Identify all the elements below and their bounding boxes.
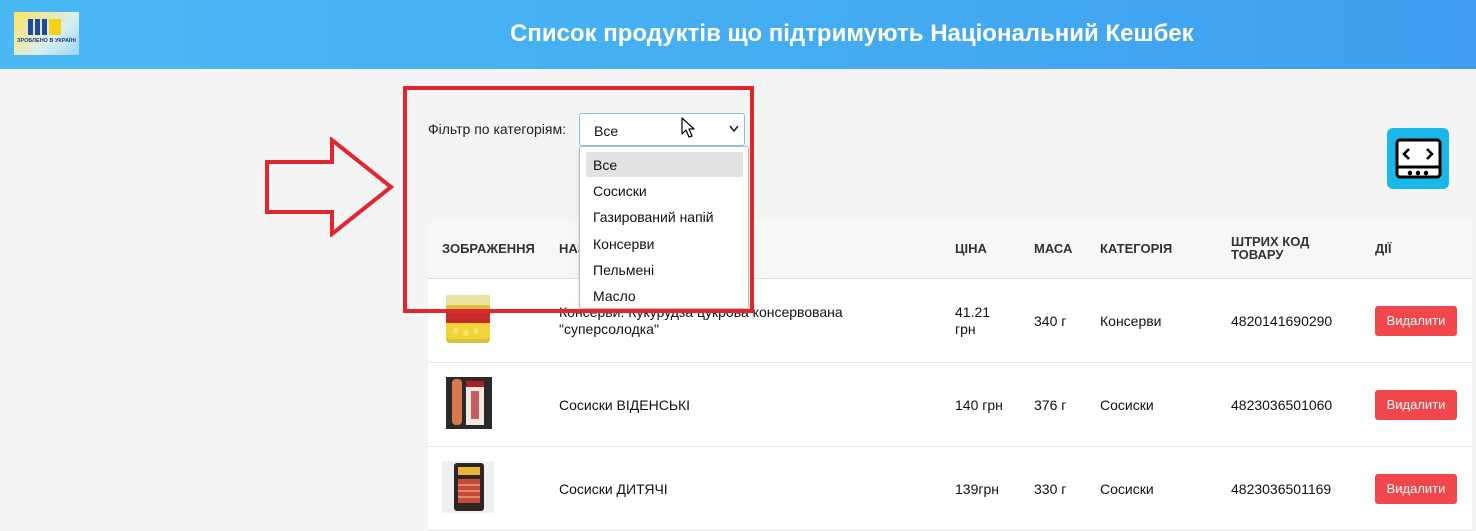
product-name: Сосиски ВІДЕНСЬКІ	[559, 397, 691, 413]
product-mass: 376 г	[1034, 397, 1067, 413]
arrow-right-icon	[265, 137, 395, 237]
product-category: Консерви	[1100, 313, 1162, 329]
highlight-box	[403, 86, 754, 313]
product-mass: 340 г	[1034, 313, 1067, 329]
product-category: Сосиски	[1100, 481, 1154, 497]
product-image-sausages-kids	[442, 461, 494, 513]
product-category: Сосиски	[1100, 397, 1154, 413]
page-header: ЗРОБЛЕНО В УКРАЇНІ Список продуктів що п…	[0, 0, 1476, 69]
delete-button[interactable]: Видалити	[1375, 306, 1457, 336]
mouse-cursor-icon	[681, 117, 695, 138]
header-barcode: Штрих код товару	[1231, 234, 1310, 262]
product-barcode: 4823036501169	[1231, 481, 1332, 497]
table-row: Сосиски ВІДЕНСЬКІ 140 грн 376 г Сосиски …	[428, 363, 1472, 447]
product-mass: 330 г	[1034, 481, 1067, 497]
product-barcode: 4823036501060	[1231, 397, 1333, 413]
product-price: 139грн	[955, 481, 999, 497]
product-image-sausages-viennese	[446, 377, 492, 429]
header-category: Категорія	[1100, 241, 1173, 256]
page-title: Список продуктів що підтримують Націонал…	[510, 20, 1194, 47]
header-actions: Дії	[1375, 241, 1392, 256]
table-row: Сосиски ДИТЯЧІ 139грн 330 г Сосиски 4823…	[428, 447, 1472, 531]
header-price: Ціна	[955, 241, 987, 256]
delete-button[interactable]: Видалити	[1375, 474, 1457, 504]
product-price: 140 грн	[955, 397, 1003, 413]
delete-button[interactable]: Видалити	[1375, 390, 1457, 420]
product-price: 41.21 грн	[955, 304, 991, 337]
product-name: Сосиски ДИТЯЧІ	[559, 481, 668, 497]
product-barcode: 4820141690290	[1231, 313, 1333, 329]
device-widget-icon[interactable]	[1387, 128, 1449, 189]
header-mass: Маса	[1034, 241, 1073, 256]
